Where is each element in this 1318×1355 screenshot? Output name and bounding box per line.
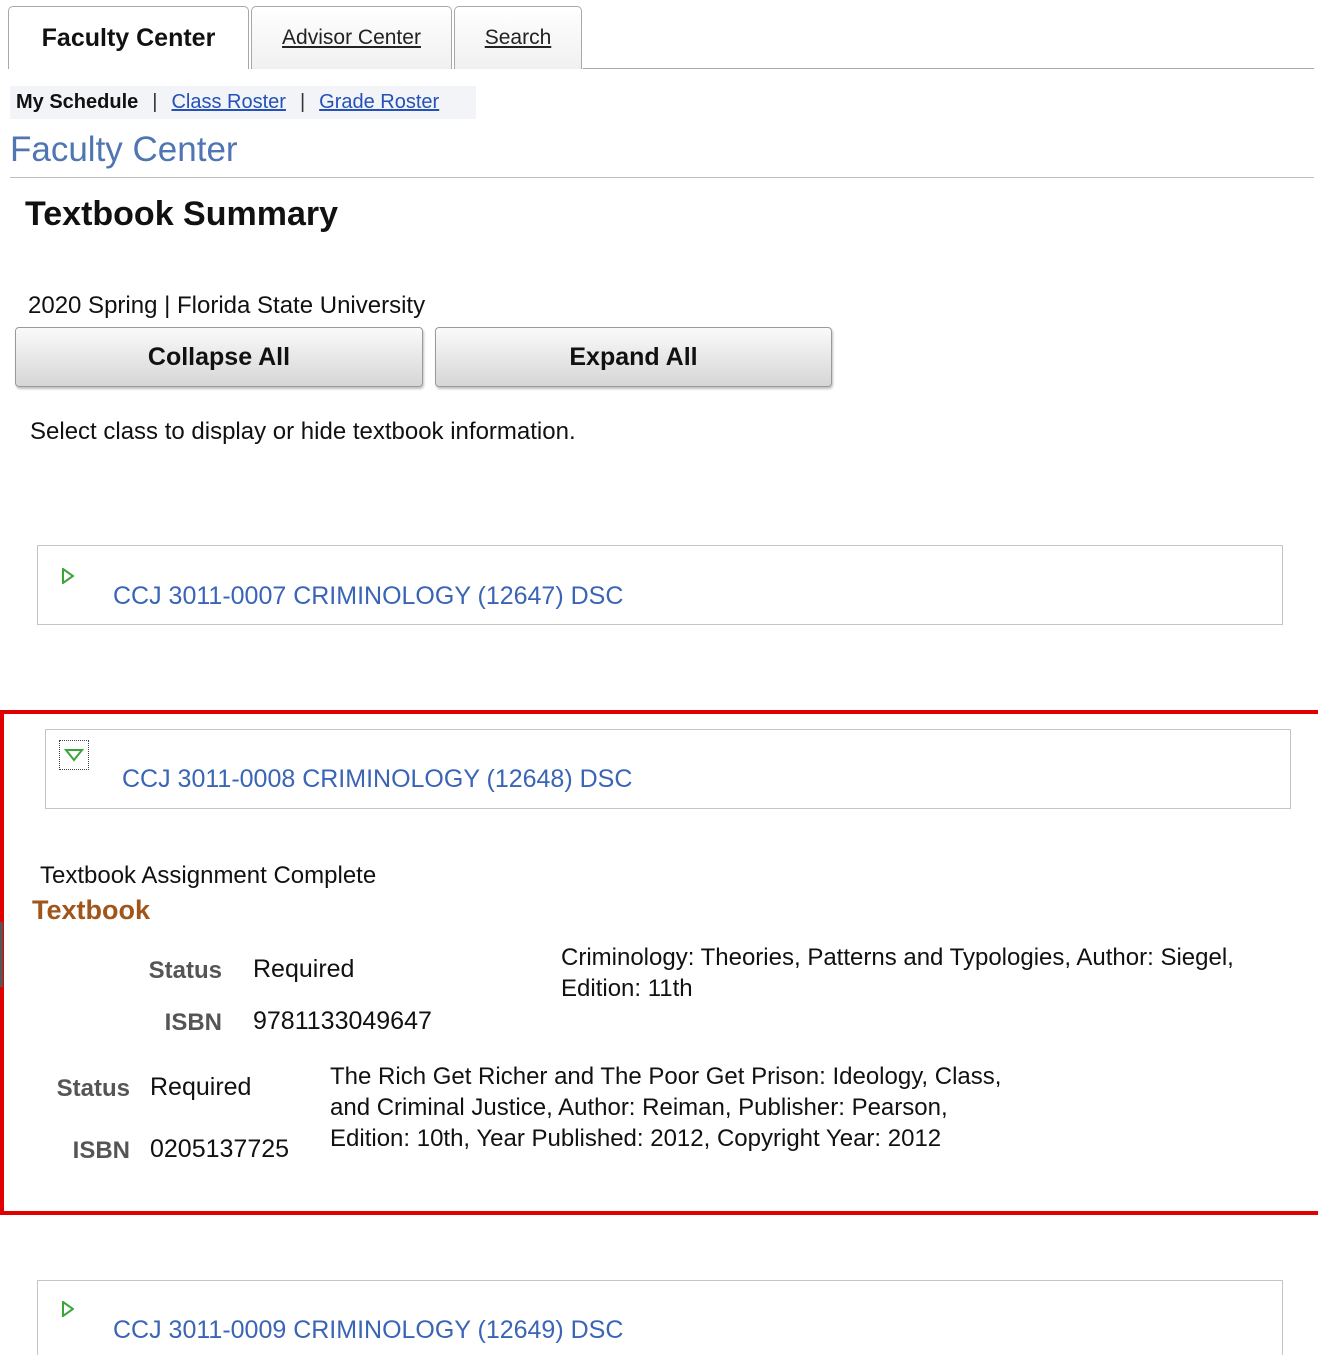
tab-divider	[583, 68, 1314, 69]
collapse-arrow-icon[interactable]	[59, 740, 89, 770]
tab-label: Faculty Center	[41, 23, 216, 52]
instruction-text: Select class to display or hide textbook…	[30, 418, 576, 445]
textbook-heading: Textbook	[32, 895, 151, 925]
tab-faculty-center[interactable]: Faculty Center	[8, 6, 249, 69]
tab-advisor-center[interactable]: Advisor Center	[251, 6, 452, 69]
isbn-value: 0205137725	[150, 1135, 290, 1163]
status-value: Required	[253, 955, 355, 983]
isbn-label: ISBN	[72, 1137, 130, 1164]
textbook-summary-heading: Textbook Summary	[25, 195, 339, 233]
subnav-current-my-schedule: My Schedule	[16, 91, 139, 113]
class-section-header: CCJ 3011-0009 CRIMINOLOGY (12649) DSC	[37, 1280, 1283, 1355]
status-label: Status	[148, 957, 222, 984]
term-label: 2020 Spring | Florida State University	[28, 292, 426, 319]
status-label: Status	[56, 1075, 130, 1102]
class-section-header: CCJ 3011-0007 CRIMINOLOGY (12647) DSC	[37, 545, 1283, 625]
assignment-status: Textbook Assignment Complete	[40, 862, 377, 889]
status-value: Required	[150, 1073, 252, 1101]
subnav-separator: |	[299, 91, 306, 113]
class-link[interactable]: CCJ 3011-0009 CRIMINOLOGY (12649) DSC	[113, 1316, 623, 1345]
expand-arrow-icon[interactable]	[62, 1301, 74, 1317]
subnav-separator: |	[152, 91, 158, 113]
sub-navigation: My Schedule | Class Roster | Grade Roste…	[10, 86, 476, 119]
side-marker	[0, 922, 3, 987]
title-divider	[10, 177, 1314, 178]
class-section-header: CCJ 3011-0008 CRIMINOLOGY (12648) DSC	[45, 729, 1291, 809]
tab-label: Search	[484, 26, 552, 49]
page: Faculty Center Advisor Center Search My …	[0, 0, 1318, 1355]
textbook-description: Criminology: Theories, Patterns and Typo…	[561, 944, 1234, 1002]
page-title: Faculty Center	[10, 130, 238, 169]
expand-all-button[interactable]: Expand All	[435, 327, 832, 387]
tab-bar: Faculty Center Advisor Center Search	[8, 6, 584, 69]
isbn-label: ISBN	[164, 1009, 222, 1036]
class-roster-link[interactable]: Class Roster	[171, 91, 285, 114]
button-label: Collapse All	[147, 342, 291, 371]
grade-roster-link[interactable]: Grade Roster	[319, 91, 439, 114]
class-link[interactable]: CCJ 3011-0007 CRIMINOLOGY (12647) DSC	[113, 582, 623, 611]
tab-label: Advisor Center	[282, 26, 421, 49]
tab-search[interactable]: Search	[454, 6, 582, 69]
expand-arrow-icon[interactable]	[62, 568, 74, 584]
textbook-description: The Rich Get Richer and The Poor Get Pri…	[330, 1063, 1002, 1152]
collapse-all-button[interactable]: Collapse All	[15, 327, 423, 387]
button-label: Expand All	[569, 342, 698, 371]
isbn-value: 9781133049647	[253, 1007, 432, 1035]
class-link[interactable]: CCJ 3011-0008 CRIMINOLOGY (12648) DSC	[122, 765, 632, 794]
